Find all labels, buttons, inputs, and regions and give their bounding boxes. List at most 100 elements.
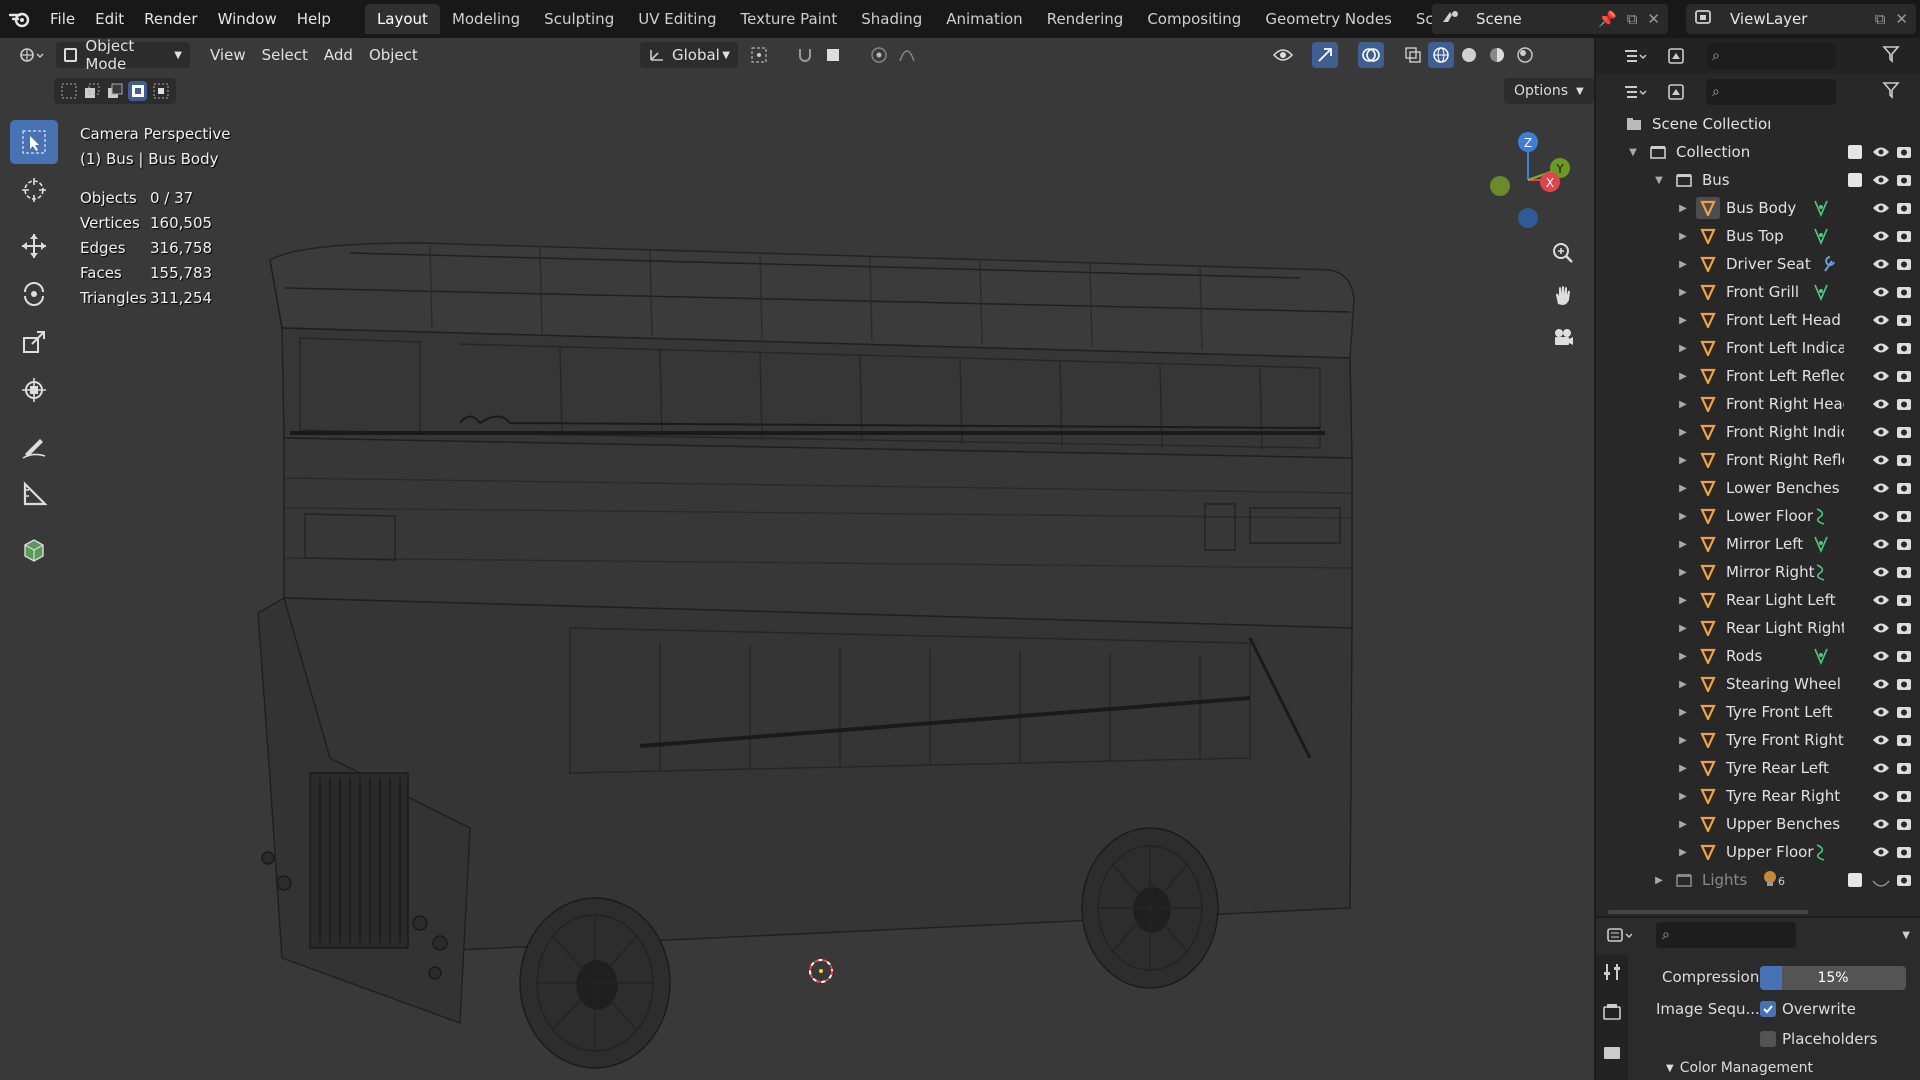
object-row[interactable]: ▶ Mirror Right — [1596, 558, 1920, 586]
vertex-data-icon[interactable] — [1814, 647, 1830, 666]
close-icon[interactable]: ✕ — [1895, 10, 1908, 28]
placeholders-option[interactable]: Placeholders — [1760, 1030, 1877, 1048]
workspace-tab-layout[interactable]: Layout — [364, 4, 440, 34]
object-row[interactable]: ▶ Bus Body — [1596, 194, 1920, 222]
chevron-down-icon[interactable]: ▼ — [1902, 930, 1910, 941]
pin-icon[interactable]: 📌 — [1598, 10, 1617, 28]
workspace-tab-rendering[interactable]: Rendering — [1035, 4, 1136, 34]
object-row[interactable]: ▶ Front Grill — [1596, 278, 1920, 306]
editor-type-icon[interactable] — [1622, 79, 1648, 105]
3d-viewport[interactable]: Object Mode ▼ View Select Add Object Global… — [0, 38, 1594, 1080]
object-row[interactable]: ▶ Stearing Wheel — [1596, 670, 1920, 698]
expand-arrow-icon[interactable]: ▶ — [1676, 511, 1690, 522]
visibility-eye-icon[interactable] — [1872, 733, 1890, 747]
workspace-tab-modeling[interactable]: Modeling — [440, 4, 532, 34]
visibility-eye-icon[interactable] — [1872, 593, 1890, 607]
bus-collection-row[interactable]: ▼ Bus — [1596, 166, 1920, 194]
visibility-eye-icon[interactable] — [1872, 817, 1890, 831]
expand-arrow-icon[interactable]: ▶ — [1676, 287, 1690, 298]
render-camera-icon[interactable] — [1896, 172, 1912, 188]
render-camera-icon[interactable] — [1896, 228, 1912, 244]
workspace-tab-sculpting[interactable]: Sculpting — [532, 4, 626, 34]
expand-arrow-icon[interactable]: ▶ — [1676, 819, 1690, 830]
view-layer-selector[interactable]: ViewLayer ⧉ ✕ — [1686, 4, 1916, 34]
visibility-eye-icon[interactable] — [1872, 649, 1890, 663]
object-row[interactable]: ▶ Rear Light Left — [1596, 586, 1920, 614]
visibility-eye-icon[interactable] — [1872, 621, 1890, 635]
visibility-eye-icon[interactable] — [1872, 509, 1890, 523]
expand-arrow-icon[interactable]: ▶ — [1676, 343, 1690, 354]
visibility-eye-icon[interactable] — [1872, 229, 1890, 243]
visibility-eye-icon[interactable] — [1872, 397, 1890, 411]
vertex-data-icon[interactable] — [1814, 199, 1830, 218]
expand-arrow-icon[interactable]: ▶ — [1676, 371, 1690, 382]
render-camera-icon[interactable] — [1896, 844, 1912, 860]
properties-search-input[interactable]: ⌕ — [1656, 922, 1796, 948]
object-row[interactable]: ▶ Front Right Reflec — [1596, 446, 1920, 474]
render-camera-icon[interactable] — [1896, 424, 1912, 440]
render-camera-icon[interactable] — [1896, 312, 1912, 328]
visibility-eye-icon[interactable] — [1872, 481, 1890, 495]
filter-icon[interactable] — [1882, 81, 1904, 103]
menu-edit[interactable]: Edit — [85, 0, 134, 38]
expand-arrow-icon[interactable]: ▶ — [1676, 567, 1690, 578]
expand-arrow-icon[interactable]: ▶ — [1676, 735, 1690, 746]
overwrite-option[interactable]: Overwrite — [1760, 1000, 1856, 1018]
render-camera-icon[interactable] — [1896, 284, 1912, 300]
render-camera-icon[interactable] — [1896, 676, 1912, 692]
object-row[interactable]: ▶ Upper Floor — [1596, 838, 1920, 866]
workspace-tab-geometry-nodes[interactable]: Geometry Nodes — [1253, 4, 1404, 34]
outliner-scrollbar[interactable] — [1608, 910, 1808, 914]
menu-window[interactable]: Window — [208, 0, 287, 38]
workspace-tab-compositing[interactable]: Compositing — [1135, 4, 1253, 34]
vertex-data-icon[interactable] — [1814, 535, 1830, 554]
render-camera-icon[interactable] — [1896, 368, 1912, 384]
vertex-data-icon[interactable] — [1814, 283, 1830, 302]
scene-collection-row[interactable]: Scene Collection — [1596, 110, 1920, 138]
render-camera-icon[interactable] — [1896, 452, 1912, 468]
visibility-eye-icon[interactable] — [1872, 257, 1890, 271]
render-camera-icon[interactable] — [1896, 536, 1912, 552]
exclude-checkbox[interactable] — [1848, 145, 1862, 159]
workspace-tab-texture-paint[interactable]: Texture Paint — [728, 4, 849, 34]
display-mode-icon[interactable] — [1666, 79, 1692, 105]
visibility-eye-icon[interactable] — [1872, 201, 1890, 215]
collection-row[interactable]: ▼ Collection — [1596, 138, 1920, 166]
close-icon[interactable]: ✕ — [1647, 10, 1660, 28]
visibility-eye-icon[interactable] — [1872, 173, 1890, 187]
expand-arrow-icon[interactable]: ▶ — [1676, 679, 1690, 690]
expand-arrow-icon[interactable]: ▶ — [1676, 399, 1690, 410]
filter-icon[interactable] — [1882, 45, 1904, 67]
render-camera-icon[interactable] — [1896, 340, 1912, 356]
outliner-search-input[interactable]: ⌕ — [1706, 79, 1836, 105]
menu-file[interactable]: File — [40, 0, 85, 38]
object-row[interactable]: ▶ Lower Benches ne — [1596, 474, 1920, 502]
object-row[interactable]: ▶ Bus Top — [1596, 222, 1920, 250]
object-row[interactable]: ▶ Tyre Rear Left — [1596, 754, 1920, 782]
curve-data-icon[interactable] — [1814, 843, 1830, 861]
curve-data-icon[interactable] — [1814, 563, 1830, 581]
render-camera-icon[interactable] — [1896, 564, 1912, 580]
zoom-icon[interactable] — [1546, 236, 1580, 270]
object-row[interactable]: ▶ Tyre Front Right — [1596, 726, 1920, 754]
visibility-eye-icon[interactable] — [1872, 145, 1890, 159]
lights-collection-row[interactable]: ▶ Lights 6 — [1596, 866, 1920, 894]
render-camera-icon[interactable] — [1896, 648, 1912, 664]
overwrite-checkbox[interactable] — [1760, 1001, 1776, 1017]
new-scene-icon[interactable]: ⧉ — [1627, 10, 1638, 28]
expand-arrow-icon[interactable]: ▶ — [1676, 847, 1690, 858]
render-camera-icon[interactable] — [1896, 788, 1912, 804]
scene-selector[interactable]: Scene 📌 ⧉ ✕ — [1432, 4, 1668, 34]
menu-render[interactable]: Render — [134, 0, 207, 38]
object-row[interactable]: ▶ Rods — [1596, 642, 1920, 670]
visibility-eye-icon[interactable] — [1872, 285, 1890, 299]
render-camera-icon[interactable] — [1896, 816, 1912, 832]
workspace-tab-uv-editing[interactable]: UV Editing — [626, 4, 728, 34]
object-row[interactable]: ▶ Tyre Front Left — [1596, 698, 1920, 726]
expand-arrow-icon[interactable]: ▶ — [1676, 483, 1690, 494]
object-row[interactable]: ▶ Lower Floor — [1596, 502, 1920, 530]
expand-arrow-icon[interactable]: ▼ — [1626, 147, 1640, 158]
expand-arrow-icon[interactable]: ▶ — [1676, 203, 1690, 214]
expand-arrow-icon[interactable]: ▶ — [1676, 259, 1690, 270]
visibility-eye-icon[interactable] — [1872, 705, 1890, 719]
